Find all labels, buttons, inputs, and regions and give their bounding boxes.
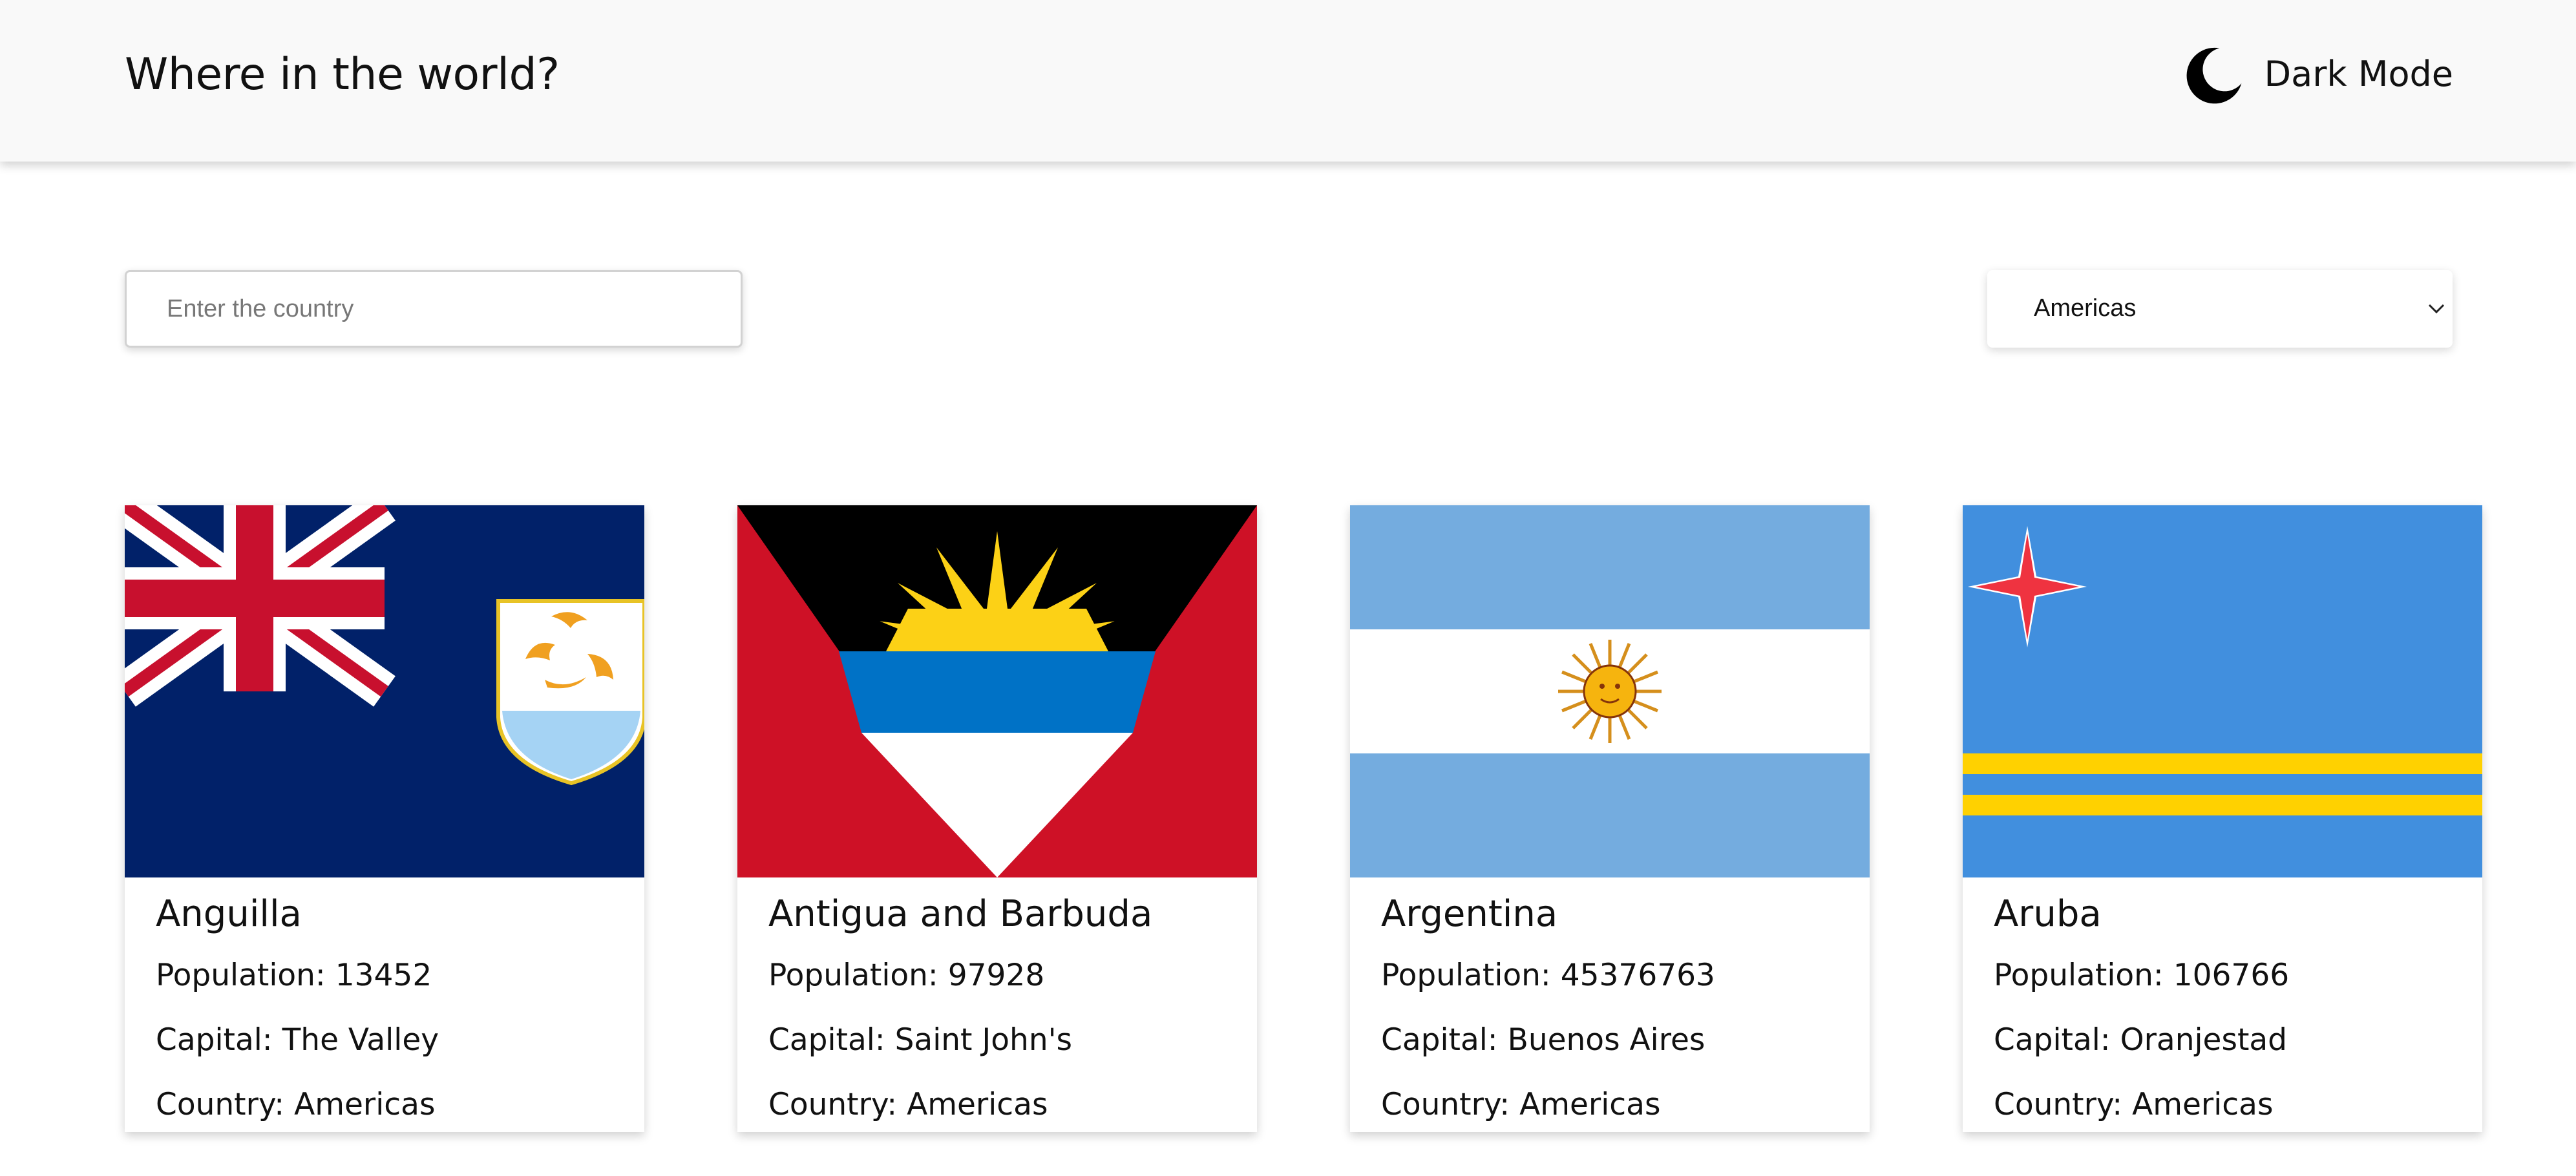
region-filter-select[interactable]: Americas (1987, 270, 2453, 348)
country-capital: Capital: The Valley (156, 1022, 439, 1058)
moon-icon (2186, 47, 2241, 104)
argentina-flag (1350, 505, 1870, 877)
region-filter-value: Americas (2034, 295, 2137, 322)
country-capital: Capital: Buenos Aires (1381, 1022, 1705, 1058)
country-search-input[interactable] (127, 272, 741, 346)
country-capital: Capital: Oranjestad (1994, 1022, 2288, 1058)
country-population: Population: 97928 (768, 958, 1045, 993)
country-population: Population: 106766 (1994, 958, 2290, 993)
country-card[interactable]: Antigua and Barbuda Population: 97928 Ca… (737, 505, 1257, 1132)
aruba-flag (1963, 505, 2482, 877)
dark-mode-label: Dark Mode (2264, 53, 2453, 94)
antigua-barbuda-flag (737, 505, 1257, 877)
chevron-down-icon (2428, 304, 2445, 314)
country-capital: Capital: Saint John's (768, 1022, 1073, 1058)
site-header: Where in the world? Dark Mode (0, 0, 2576, 162)
country-region: Country: Americas (1994, 1087, 2274, 1122)
country-name: Argentina (1381, 893, 1558, 935)
country-card[interactable]: Anguilla Population: 13452 Capital: The … (125, 505, 644, 1132)
country-card[interactable]: Aruba Population: 106766 Capital: Oranje… (1963, 505, 2482, 1132)
site-title: Where in the world? (125, 49, 560, 100)
country-population: Population: 45376763 (1381, 958, 1715, 993)
country-population: Population: 13452 (156, 958, 432, 993)
country-name: Aruba (1994, 893, 2102, 935)
country-region: Country: Americas (1381, 1087, 1661, 1122)
country-region: Country: Americas (768, 1087, 1048, 1122)
country-card[interactable]: Argentina Population: 45376763 Capital: … (1350, 505, 1870, 1132)
country-name: Antigua and Barbuda (768, 893, 1153, 935)
anguilla-flag (125, 505, 644, 877)
dark-mode-toggle[interactable]: Dark Mode (2184, 40, 2453, 107)
country-name: Anguilla (156, 893, 302, 935)
search-box[interactable] (125, 270, 743, 348)
country-region: Country: Americas (156, 1087, 436, 1122)
